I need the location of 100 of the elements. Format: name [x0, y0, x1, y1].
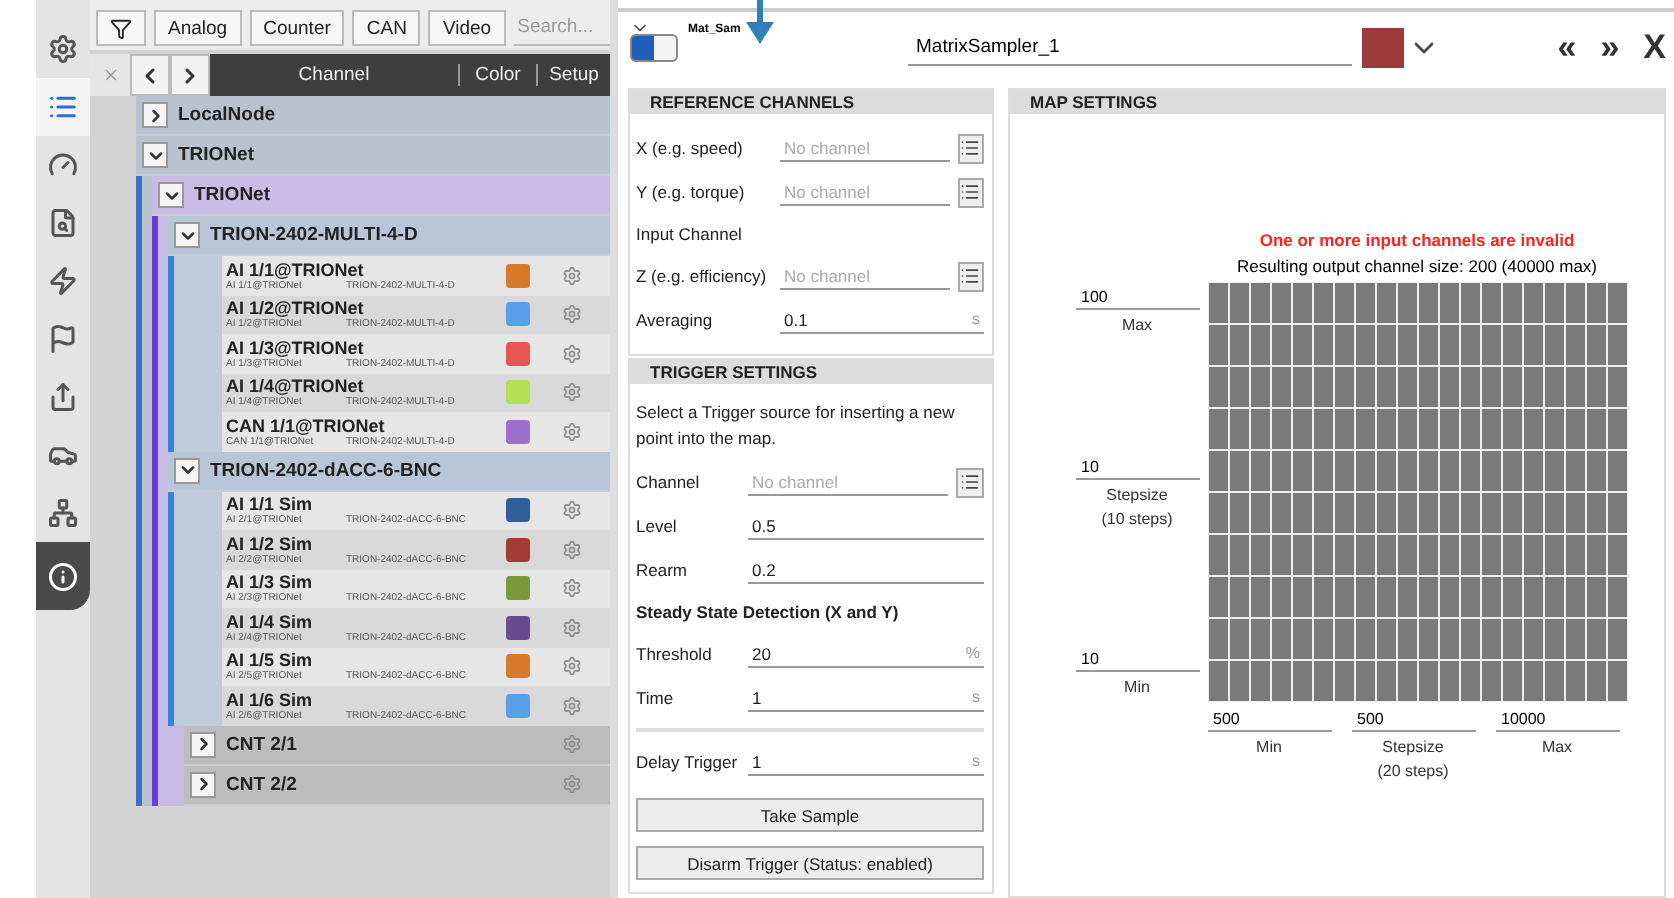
flag-icon — [48, 324, 78, 354]
input-field[interactable]: 0.2 — [748, 557, 984, 583]
settings-icon[interactable] — [562, 343, 582, 364]
list-icon — [960, 182, 981, 202]
expand-toggle[interactable] — [190, 731, 216, 757]
channel-list-button[interactable] — [957, 177, 984, 207]
tree-row[interactable]: TRION-2402-MULTI-4-D — [168, 216, 610, 256]
input-field[interactable]: 100 — [1075, 288, 1199, 310]
enable-toggle[interactable] — [630, 34, 678, 62]
field-label: Channel — [636, 472, 702, 492]
axis-label: Stepsize — [1382, 738, 1444, 756]
settings-icon — [48, 34, 78, 64]
settings-icon[interactable] — [562, 421, 582, 442]
tree-label: TRIONet — [194, 184, 272, 206]
list-icon — [48, 92, 78, 122]
axis-label: Max — [1121, 316, 1153, 334]
channel-list-button[interactable] — [955, 467, 984, 497]
sidebar-tab[interactable] — [36, 78, 90, 136]
tree-row[interactable]: CNT 2/1 — [184, 725, 610, 765]
tree-row[interactable]: TRIONet — [152, 176, 610, 216]
tree-row[interactable]: CNT 2/2 — [184, 765, 610, 805]
forward-button[interactable] — [170, 54, 210, 96]
expand-toggle[interactable] — [158, 182, 184, 208]
filter-button[interactable]: Counter — [249, 10, 345, 46]
channel-name: AI 1/3@TRIONet — [226, 337, 366, 358]
close-icon — [101, 66, 119, 84]
channel-list-button[interactable] — [957, 133, 984, 163]
tree-row[interactable]: TRION-2402-dACC-6-BNC — [168, 451, 610, 491]
channel-name: AI 1/6 Sim — [226, 689, 315, 710]
axis-label: Min — [1256, 738, 1282, 756]
subheading: Steady State Detection (X and Y) — [636, 602, 899, 622]
color-swatch[interactable] — [506, 498, 530, 523]
color-swatch[interactable] — [506, 615, 530, 640]
channel-list-button[interactable] — [957, 261, 984, 291]
color-swatch[interactable] — [1362, 28, 1404, 68]
back-button[interactable] — [130, 54, 170, 96]
color-swatch[interactable] — [506, 654, 530, 679]
color-swatch[interactable] — [506, 380, 530, 405]
column-header: Color — [458, 64, 536, 86]
input-field[interactable]: 500 — [1351, 710, 1475, 732]
color-swatch[interactable] — [506, 341, 530, 366]
settings-icon[interactable] — [562, 656, 582, 677]
expand-toggle[interactable] — [190, 771, 216, 797]
tree-row[interactable]: LocalNode — [136, 96, 610, 136]
section-header: MAP SETTINGS — [1010, 90, 1664, 114]
nav-button[interactable]: « — [1557, 28, 1577, 68]
filter-button[interactable]: Analog — [154, 10, 242, 46]
action-button[interactable]: Disarm Trigger (Status: enabled) — [636, 846, 984, 880]
expand-toggle[interactable] — [142, 142, 168, 168]
axis-label: Max — [1541, 738, 1573, 756]
input-field[interactable]: 10 — [1075, 457, 1199, 479]
channel-name: AI 1/1 Sim — [226, 494, 315, 515]
column-header: Channel — [296, 64, 372, 86]
input-field[interactable]: 500 — [1207, 710, 1331, 732]
expand-toggle[interactable] — [174, 457, 200, 483]
color-swatch[interactable] — [506, 693, 530, 718]
color-swatch[interactable] — [506, 263, 530, 288]
channel-name: AI 1/2@TRIONet — [226, 298, 366, 319]
action-button[interactable]: Take Sample — [636, 798, 984, 832]
channel-name: AI 1/3 Sim — [226, 572, 315, 593]
tree-label: CNT 2/1 — [226, 733, 299, 755]
input-field[interactable]: 1 s — [748, 749, 984, 775]
info-icon — [48, 561, 78, 591]
input-field[interactable]: 0.1 s — [780, 307, 984, 333]
color-swatch[interactable] — [506, 302, 530, 327]
axis-label: Stepsize — [1106, 485, 1168, 503]
field-label: X (e.g. speed) — [636, 138, 745, 158]
color-swatch[interactable] — [506, 419, 530, 444]
expand-toggle[interactable] — [142, 102, 168, 128]
channel-name: AI 1/4 Sim — [226, 611, 315, 632]
axis-label: Min — [1124, 678, 1150, 696]
sidebar-tab[interactable] — [36, 542, 90, 610]
channel-name: AI 1/2 Sim — [226, 533, 315, 554]
settings-icon[interactable] — [562, 265, 582, 286]
input-field[interactable]: 10 — [1075, 650, 1199, 672]
color-swatch[interactable] — [506, 576, 530, 601]
name-field[interactable]: MatrixSampler_1 — [908, 31, 1352, 65]
filter-button[interactable] — [96, 10, 146, 46]
axis-note: (10 steps) — [1101, 509, 1173, 527]
input-field[interactable]: 10000 — [1495, 710, 1619, 732]
tree-label: TRIONet — [178, 144, 256, 166]
tree-label: CNT 2/2 — [226, 773, 299, 795]
filter-button[interactable]: Video — [428, 10, 506, 46]
report-icon — [48, 208, 78, 238]
nav-button[interactable]: X — [1643, 28, 1666, 68]
expand-toggle[interactable] — [174, 222, 200, 248]
filter-button[interactable]: CAN — [352, 10, 421, 46]
field-label: Averaging — [636, 310, 715, 330]
color-swatch[interactable] — [506, 537, 530, 562]
settings-icon[interactable] — [562, 500, 582, 521]
input-field[interactable]: 20 % — [748, 641, 984, 667]
settings-icon[interactable] — [562, 578, 582, 599]
field-label: Delay Trigger — [636, 752, 740, 772]
gauge-icon — [48, 150, 78, 180]
input-field[interactable]: 0.5 — [748, 513, 984, 539]
section-header: REFERENCE CHANNELS — [630, 90, 992, 114]
nav-button[interactable]: » — [1600, 28, 1620, 68]
subheading: Input Channel — [636, 224, 742, 244]
input-field[interactable]: 1 s — [748, 685, 984, 711]
tree-row[interactable]: TRIONet — [136, 136, 610, 176]
